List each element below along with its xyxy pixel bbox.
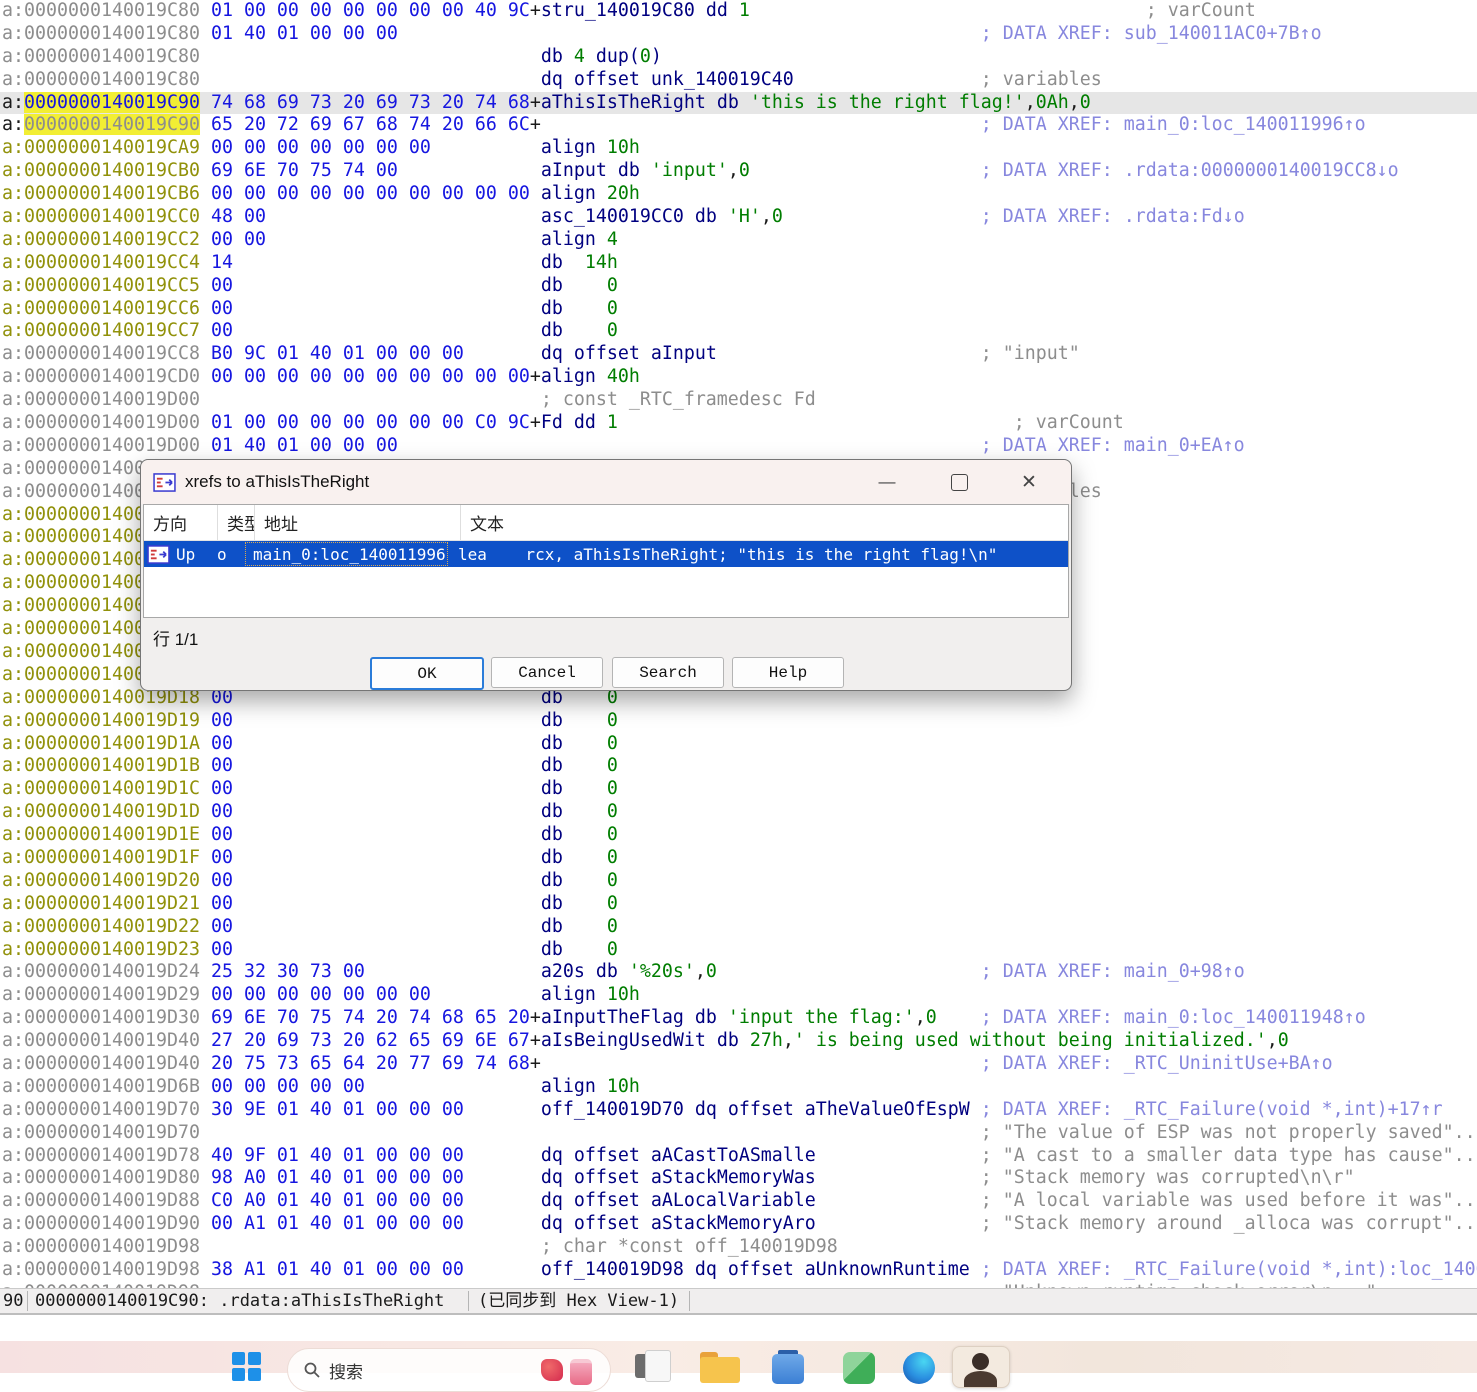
search-label: 搜索 [329,1362,363,1382]
listing-line[interactable]: a:0000000140019D40 20 75 73 65 64 20 77 … [0,1053,1477,1076]
listing-line[interactable]: a:0000000140019C80 dq offset unk_140019C… [0,69,1477,92]
listing-line[interactable]: a:0000000140019D98 ; char *const off_140… [0,1236,1477,1259]
xref-list: 方向 类型 地址 文本 Up o main_0:loc_140011996 le… [143,504,1069,618]
listing-line[interactable]: a:0000000140019D1C 00 db 0 [0,778,1477,801]
listing-line[interactable]: a:0000000140019CB0 69 6E 70 75 74 00 aIn… [0,160,1477,183]
start-button[interactable] [232,1352,262,1382]
maximize-icon [950,473,968,491]
avatar-body [964,1371,997,1387]
status-left-fragment: 90 [3,1291,24,1311]
xref-list-header: 方向 类型 地址 文本 [144,505,1068,541]
flower-icon [541,1359,563,1381]
listing-line[interactable]: a:0000000140019C80 01 00 00 00 00 00 00 … [0,0,1477,23]
listing-line[interactable]: a:0000000140019D22 00 db 0 [0,916,1477,939]
listing-line[interactable]: a:0000000140019D70 30 9E 01 40 01 00 00 … [0,1099,1477,1122]
listing-line[interactable]: a:0000000140019D24 25 32 30 73 00 a20s d… [0,961,1477,984]
listing-line[interactable]: a:0000000140019CA9 00 00 00 00 00 00 00 … [0,137,1477,160]
file-explorer-icon[interactable] [700,1350,740,1386]
column-header-text[interactable]: 文本 [461,505,1068,540]
listing-line[interactable]: a:0000000140019D00 ; const _RTC_framedes… [0,389,1477,412]
listing-line[interactable]: a:0000000140019CC4 14 db 14h [0,252,1477,275]
listing-line[interactable]: a:0000000140019D30 69 6E 70 75 74 20 74 … [0,1007,1477,1030]
listing-line[interactable]: a:0000000140019D78 40 9F 01 40 01 00 00 … [0,1145,1477,1168]
listing-line[interactable]: a:0000000140019D40 27 20 69 73 20 62 65 … [0,1030,1477,1053]
search-icon [304,1362,320,1378]
help-button[interactable]: Help [732,657,844,688]
xref-row-icon [147,544,170,564]
listing-line[interactable]: a:0000000140019D98 38 A1 01 40 01 00 00 … [0,1259,1477,1282]
listing-line[interactable]: a:0000000140019D1E 00 db 0 [0,824,1477,847]
dialog-title-bar[interactable]: xrefs to aThisIsTheRight — ✕ [141,460,1071,504]
listing-line[interactable]: a:0000000140019CC7 00 db 0 [0,320,1477,343]
edge-browser-icon[interactable] [901,1350,937,1386]
listing-line[interactable]: a:0000000140019D29 00 00 00 00 00 00 00 … [0,984,1477,1007]
xref-type: o [217,544,227,564]
listing-line[interactable]: a:0000000140019CC6 00 db 0 [0,298,1477,321]
xrefs-dialog: xrefs to aThisIsTheRight — ✕ 方向 类型 地址 文本… [140,459,1072,691]
listing-line[interactable]: a:0000000140019C80 db 4 dup(0) [0,46,1477,69]
cancel-button[interactable]: Cancel [491,657,603,688]
xref-direction: Up [176,544,196,564]
search-button[interactable]: Search [612,657,724,688]
status-separator [27,1291,28,1311]
listing-line[interactable]: a:0000000140019CC0 48 00 asc_140019CC0 d… [0,206,1477,229]
status-location: 0000000140019C90: .rdata:aThisIsTheRight [35,1291,445,1311]
maximize-button[interactable] [936,460,982,504]
status-sync: (已同步到 Hex View-1) [478,1291,680,1311]
listing-line[interactable]: a:0000000140019CC8 B0 9C 01 40 01 00 00 … [0,343,1477,366]
user-avatar[interactable] [952,1346,1010,1388]
column-header-direction[interactable]: 方向 [144,505,218,540]
listing-line[interactable]: a:0000000140019D88 C0 A0 01 40 01 00 00 … [0,1190,1477,1213]
listing-line[interactable]: a:0000000140019D1F 00 db 0 [0,847,1477,870]
xref-row-selected[interactable]: Up o main_0:loc_140011996 lea rcx, aThis… [144,541,1068,567]
listing-line[interactable]: a:0000000140019D6B 00 00 00 00 00 align … [0,1076,1477,1099]
listing-line[interactable]: a:0000000140019D21 00 db 0 [0,893,1477,916]
gift-icon [570,1359,592,1385]
listing-line[interactable]: a:0000000140019D19 00 db 0 [0,710,1477,733]
festive-icons [541,1359,592,1385]
xref-text: lea rcx, aThisIsTheRight; "this is the r… [458,544,998,564]
close-button[interactable]: ✕ [1006,460,1052,504]
task-view-icon[interactable] [633,1350,671,1386]
status-bar: 90 0000000140019C90: .rdata:aThisIsTheRi… [0,1288,1477,1315]
ok-button[interactable]: OK [370,657,484,690]
listing-line[interactable]: a:0000000140019C90 74 68 69 73 20 69 73 … [0,91,1477,115]
listing-line[interactable]: a:0000000140019C80 01 40 01 00 00 00 ; D… [0,23,1477,46]
listing-line[interactable]: a:0000000140019D23 00 db 0 [0,939,1477,962]
minimize-button[interactable]: — [864,460,910,504]
listing-line[interactable]: a:0000000140019D70 ; "The value of ESP w… [0,1122,1477,1145]
taskbar: 搜索 [0,1341,1477,1392]
column-header-address[interactable]: 地址 [255,505,461,540]
listing-line[interactable]: a:0000000140019CB6 00 00 00 00 00 00 00 … [0,183,1477,206]
xref-address: main_0:loc_140011996 [244,541,449,567]
listing-line[interactable]: a:0000000140019C90 65 20 72 69 67 68 74 … [0,114,1477,137]
listing-line[interactable]: a:0000000140019D1B 00 db 0 [0,755,1477,778]
excel-app-icon[interactable] [841,1350,877,1386]
dialog-title: xrefs to aThisIsTheRight [185,472,370,491]
status-separator [689,1291,690,1311]
listing-line[interactable]: a:0000000140019D00 01 40 01 00 00 00 ; D… [0,435,1477,458]
listing-line[interactable]: a:0000000140019D00 01 00 00 00 00 00 00 … [0,412,1477,435]
listing-line[interactable]: a:0000000140019D1D 00 db 0 [0,801,1477,824]
column-header-type[interactable]: 类型 [218,505,255,540]
listing-line[interactable]: a:0000000140019CC5 00 db 0 [0,275,1477,298]
listing-line[interactable]: a:0000000140019D80 98 A0 01 40 01 00 00 … [0,1167,1477,1190]
xref-dialog-icon [153,472,176,492]
status-separator [468,1291,469,1311]
recycle-bin-icon[interactable] [770,1350,806,1386]
listing-line[interactable]: a:0000000140019CC2 00 00 align 4 [0,229,1477,252]
taskbar-search[interactable]: 搜索 [287,1348,611,1392]
listing-line[interactable]: a:0000000140019D1A 00 db 0 [0,733,1477,756]
row-count-label: 行 1/1 [153,630,199,649]
listing-line[interactable]: a:0000000140019D20 00 db 0 [0,870,1477,893]
listing-line[interactable]: a:0000000140019D90 00 A1 01 40 01 00 00 … [0,1213,1477,1236]
listing-line[interactable]: a:0000000140019CD0 00 00 00 00 00 00 00 … [0,366,1477,389]
avatar-head [972,1353,989,1370]
